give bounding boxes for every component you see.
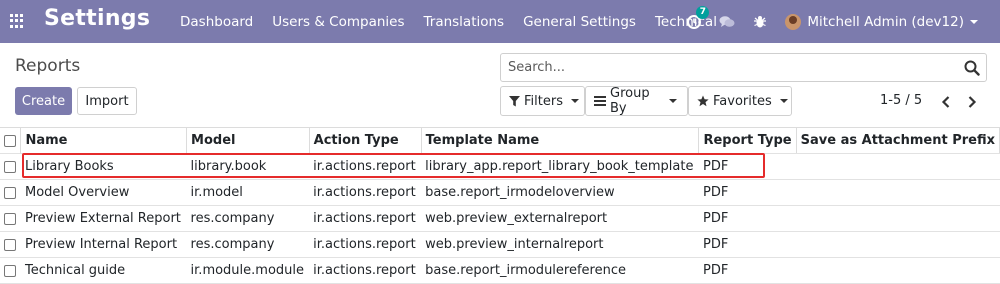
chat-icon[interactable]	[719, 15, 735, 29]
cell-name: Preview External Report	[20, 205, 187, 232]
user-name: Mitchell Admin (dev12)	[807, 13, 964, 30]
cell-report-type: PDF	[698, 231, 797, 258]
cell-template-name: base.report_irmodeloverview	[421, 179, 699, 206]
star-icon	[697, 95, 709, 107]
search-icon[interactable]	[964, 60, 980, 76]
user-menu[interactable]: Mitchell Admin (dev12)	[785, 13, 978, 30]
search-bar	[500, 53, 987, 82]
cell-action-type: ir.actions.report	[309, 205, 422, 232]
favorites-dropdown[interactable]: Favorites	[688, 86, 792, 116]
row-checkbox[interactable]	[4, 160, 16, 173]
menu-item-general-settings[interactable]: General Settings	[523, 14, 636, 30]
cell-attachment-prefix	[796, 231, 1000, 258]
cell-name: Technical guide	[20, 257, 187, 284]
cell-template-name: base.report_irmodulereference	[421, 257, 699, 284]
cell-model: ir.module.module	[186, 257, 310, 284]
reports-table: Name Model Action Type Template Name Rep…	[0, 127, 1000, 284]
table-row[interactable]: Model Overview ir.model ir.actions.repor…	[0, 179, 1000, 206]
table-row[interactable]: Preview External Report res.company ir.a…	[0, 205, 1000, 232]
cell-template-name: library_app.report_library_book_template	[421, 153, 699, 180]
row-checkbox[interactable]	[4, 264, 16, 277]
table-header-row: Name Model Action Type Template Name Rep…	[0, 127, 1000, 154]
column-header-action-type[interactable]: Action Type	[309, 127, 422, 154]
chevron-left-icon[interactable]	[940, 94, 952, 108]
row-checkbox[interactable]	[4, 238, 16, 251]
groupby-dropdown[interactable]: Group By	[585, 86, 688, 116]
column-header-name[interactable]: Name	[20, 127, 188, 154]
column-header-attachment-prefix[interactable]: Save as Attachment Prefix	[796, 127, 1000, 154]
table-row[interactable]: Preview Internal Report res.company ir.a…	[0, 231, 1000, 258]
cell-action-type: ir.actions.report	[309, 153, 422, 180]
column-header-model[interactable]: Model	[186, 127, 310, 154]
select-all-checkbox-cell	[0, 127, 22, 154]
cell-action-type: ir.actions.report	[309, 257, 422, 284]
cell-report-type: PDF	[698, 153, 797, 180]
filters-dropdown[interactable]: Filters	[500, 86, 585, 116]
search-input[interactable]	[501, 54, 941, 81]
cell-attachment-prefix	[796, 179, 1000, 206]
chevron-down-icon	[970, 19, 978, 24]
chevron-down-icon	[669, 99, 677, 103]
cell-attachment-prefix	[796, 205, 1000, 232]
cell-report-type: PDF	[698, 179, 797, 206]
cell-action-type: ir.actions.report	[309, 179, 422, 206]
cell-attachment-prefix	[796, 257, 1000, 284]
debug-bug-icon[interactable]	[753, 15, 767, 29]
table-row[interactable]: Library Books library.book ir.actions.re…	[0, 153, 1000, 180]
filter-icon	[509, 95, 520, 107]
menu-item-users-companies[interactable]: Users & Companies	[272, 14, 404, 30]
top-navbar: Settings Dashboard Users & Companies Tra…	[0, 0, 1000, 43]
main-menu: Dashboard Users & Companies Translations…	[180, 0, 736, 43]
cell-attachment-prefix	[796, 153, 1000, 180]
filters-label: Filters	[524, 93, 563, 109]
avatar	[785, 13, 802, 30]
cell-name: Library Books	[20, 153, 187, 180]
groupby-label: Group By	[610, 86, 650, 116]
pager-value[interactable]: 1-5 / 5	[880, 93, 922, 108]
menu-item-translations[interactable]: Translations	[424, 14, 505, 30]
activity-count-badge: 7	[696, 5, 710, 19]
activity-clock-icon[interactable]: 7	[687, 5, 710, 29]
cell-model: res.company	[186, 231, 310, 258]
select-all-checkbox[interactable]	[4, 134, 16, 147]
cell-template-name: web.preview_externalreport	[421, 205, 699, 232]
page-title: Reports	[15, 56, 81, 76]
apps-grid-icon[interactable]	[10, 14, 24, 28]
import-button[interactable]: Import	[77, 87, 137, 115]
table-row[interactable]: Technical guide ir.module.module ir.acti…	[0, 257, 1000, 284]
cell-name: Preview Internal Report	[20, 231, 187, 258]
list-icon	[594, 96, 606, 106]
menu-item-dashboard[interactable]: Dashboard	[180, 14, 253, 30]
cell-action-type: ir.actions.report	[309, 231, 422, 258]
chevron-down-icon	[570, 99, 579, 103]
cell-model: library.book	[186, 153, 310, 180]
cell-model: ir.model	[186, 179, 310, 206]
create-button[interactable]: Create	[15, 87, 72, 115]
favorites-label: Favorites	[713, 93, 772, 109]
column-header-report-type[interactable]: Report Type	[698, 127, 797, 154]
cell-model: res.company	[186, 205, 310, 232]
column-header-template-name[interactable]: Template Name	[421, 127, 700, 154]
cell-report-type: PDF	[698, 205, 797, 232]
chevron-down-icon	[779, 99, 788, 103]
chevron-right-icon[interactable]	[966, 94, 978, 108]
cell-template-name: web.preview_internalreport	[421, 231, 699, 258]
cell-report-type: PDF	[698, 257, 797, 284]
app-title[interactable]: Settings	[44, 6, 150, 31]
cell-name: Model Overview	[20, 179, 187, 206]
row-checkbox[interactable]	[4, 212, 16, 225]
row-checkbox[interactable]	[4, 186, 16, 199]
systray: 7 Mitchell Admin (dev12)	[687, 0, 1000, 43]
